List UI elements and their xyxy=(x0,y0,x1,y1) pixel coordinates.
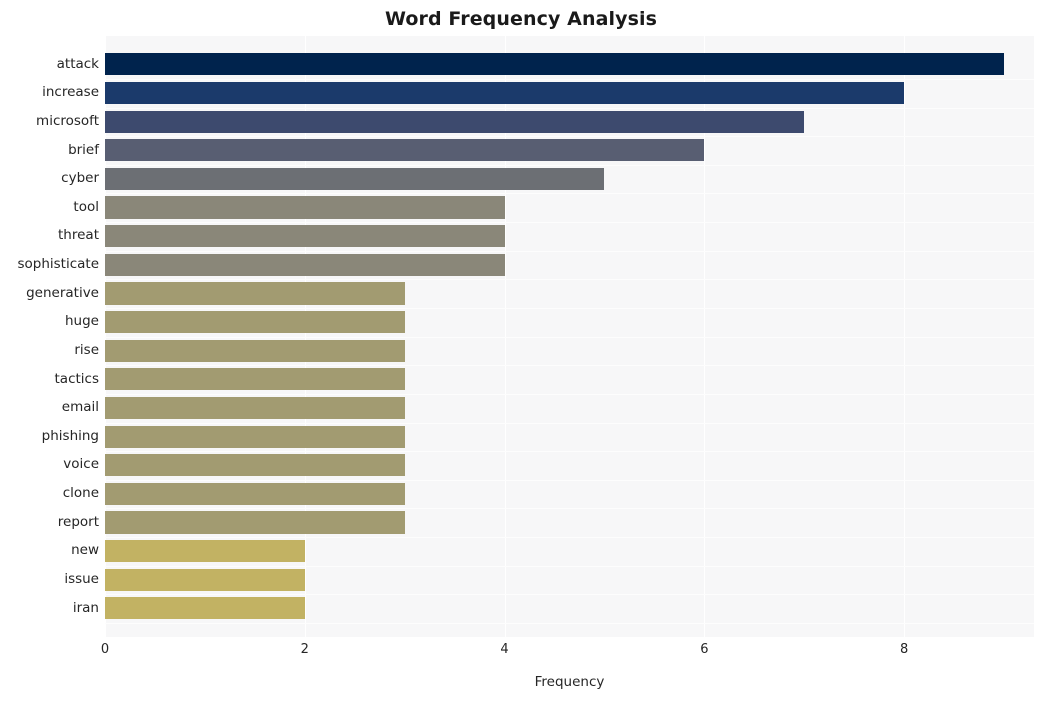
y-tick-label-attack: attack xyxy=(56,55,99,72)
row-separator xyxy=(105,279,1034,281)
bar-attack[interactable] xyxy=(105,53,1005,76)
row-separator xyxy=(105,393,1034,395)
row-separator xyxy=(105,451,1034,453)
y-tick-label-huge: huge xyxy=(65,313,99,330)
y-tick-label-new: new xyxy=(71,542,99,559)
y-tick-label-threat: threat xyxy=(58,227,99,244)
chart-title: Word Frequency Analysis xyxy=(384,8,658,30)
y-tick-label-generative: generative xyxy=(26,284,99,301)
y-tick-label-tactics: tactics xyxy=(54,370,100,387)
x-tick-label-8: 8 xyxy=(899,642,909,657)
bar-phishing[interactable] xyxy=(105,425,405,448)
row-separator xyxy=(105,479,1034,481)
y-tick-label-clone: clone xyxy=(62,485,99,502)
row-separator xyxy=(105,336,1034,338)
x-axis-title: Frequency xyxy=(534,674,605,690)
row-separator xyxy=(105,422,1034,424)
bar-threat[interactable] xyxy=(105,225,505,248)
row-separator xyxy=(105,250,1034,252)
row-separator xyxy=(105,537,1034,539)
row-separator xyxy=(105,508,1034,510)
bar-report[interactable] xyxy=(105,511,405,534)
y-tick-label-report: report xyxy=(57,513,99,530)
bar-new[interactable] xyxy=(105,540,305,563)
y-tick-label-cyber: cyber xyxy=(61,170,99,187)
bar-tool[interactable] xyxy=(105,196,505,219)
y-tick-label-email: email xyxy=(61,399,99,416)
y-tick-label-sophisticate: sophisticate xyxy=(17,256,99,273)
bar-sophisticate[interactable] xyxy=(105,253,505,276)
y-axis-tick-labels: attack increase microsoft brief cyber tool thr… xyxy=(0,36,99,637)
bar-rise[interactable] xyxy=(105,339,405,362)
row-separator xyxy=(105,565,1034,567)
row-separator xyxy=(105,594,1034,596)
word-frequency-chart: Word Frequency Analysis attack increase mi… xyxy=(0,0,1042,701)
y-tick-label-tool: tool xyxy=(73,198,99,215)
bar-email[interactable] xyxy=(105,396,405,420)
bar-iran[interactable] xyxy=(105,597,305,620)
bar-issue[interactable] xyxy=(105,568,305,591)
bar-increase[interactable] xyxy=(105,81,905,105)
y-tick-label-iran: iran xyxy=(72,599,99,616)
row-separator xyxy=(105,622,1034,624)
bar-generative[interactable] xyxy=(105,282,405,305)
bar-brief[interactable] xyxy=(105,139,705,162)
row-separator xyxy=(105,164,1034,166)
y-tick-label-brief: brief xyxy=(68,141,99,158)
y-tick-label-microsoft: microsoft xyxy=(36,112,99,129)
row-separator xyxy=(105,222,1034,224)
row-separator xyxy=(105,107,1034,109)
y-tick-label-phishing: phishing xyxy=(41,427,99,444)
bar-huge[interactable] xyxy=(105,311,405,334)
bar-voice[interactable] xyxy=(105,454,405,477)
y-tick-label-issue: issue xyxy=(64,571,99,588)
x-tick-label-6: 6 xyxy=(700,642,709,657)
row-separator xyxy=(105,365,1034,367)
row-separator xyxy=(105,136,1034,138)
bar-clone[interactable] xyxy=(105,482,405,505)
bar-microsoft[interactable] xyxy=(105,110,805,133)
y-tick-label-increase: increase xyxy=(42,84,99,101)
bar-cyber[interactable] xyxy=(105,167,605,190)
y-tick-label-rise: rise xyxy=(74,341,99,358)
x-tick-label-0: 0 xyxy=(100,642,110,657)
row-separator xyxy=(105,308,1034,309)
x-axis-tick-labels: 0 2 4 6 8 xyxy=(0,641,1042,663)
y-tick-label-voice: voice xyxy=(63,456,99,473)
x-tick-label-4: 4 xyxy=(500,642,509,657)
bar-tactics[interactable] xyxy=(105,368,405,391)
row-separator xyxy=(105,193,1034,195)
x-tick-label-2: 2 xyxy=(300,642,309,657)
plot-area xyxy=(105,36,1034,637)
row-separator xyxy=(105,78,1034,80)
